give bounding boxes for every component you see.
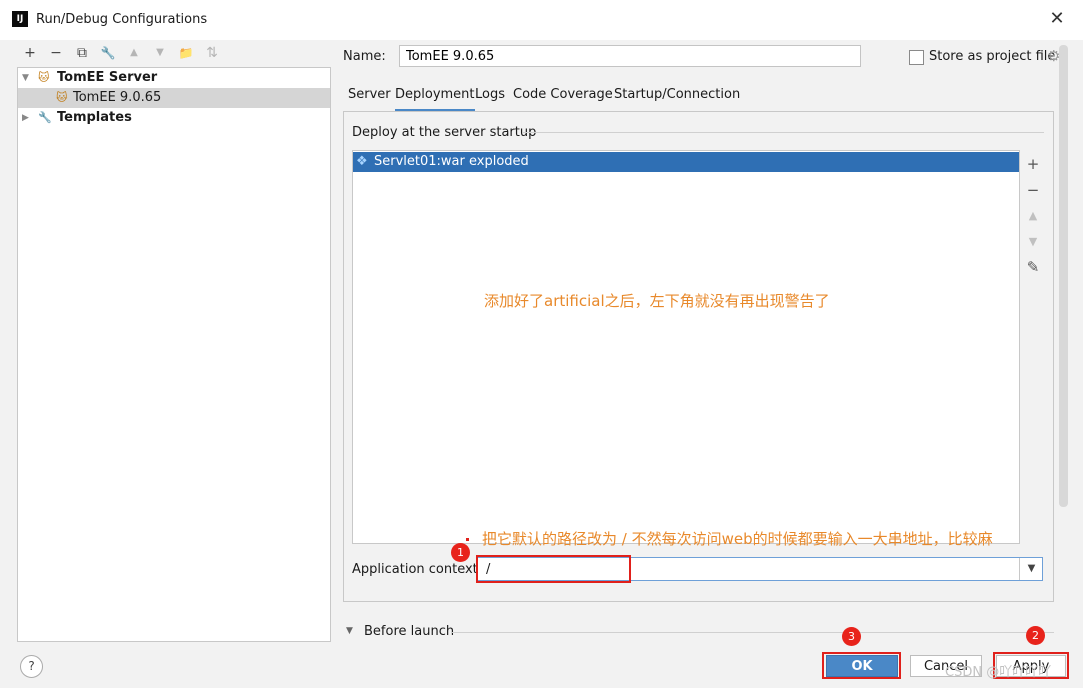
minus-icon: − bbox=[50, 45, 62, 61]
move-artifact-up-button[interactable]: ▲ bbox=[1024, 207, 1042, 225]
tab-server[interactable]: Server bbox=[348, 87, 391, 109]
tab-deployment[interactable]: Deployment bbox=[395, 87, 475, 112]
artifact-icon: ❖ bbox=[356, 154, 368, 169]
name-input[interactable] bbox=[399, 45, 861, 67]
annotation-highlight-context bbox=[476, 555, 631, 583]
tree-label: TomEE 9.0.65 bbox=[73, 90, 162, 105]
annotation-badge-3: 3 bbox=[842, 627, 861, 646]
collapsed-arrow-icon[interactable]: ▶ bbox=[22, 108, 29, 128]
expanded-arrow-icon[interactable]: ▼ bbox=[22, 68, 29, 88]
help-button[interactable]: ? bbox=[20, 655, 43, 678]
tree-label: TomEE Server bbox=[57, 70, 158, 85]
remove-artifact-button[interactable]: − bbox=[1024, 181, 1042, 199]
move-artifact-down-button[interactable]: ▼ bbox=[1024, 233, 1042, 251]
tab-startup-connection[interactable]: Startup/Connection bbox=[614, 87, 740, 109]
tree-item-templates[interactable]: ▶ 🔧 Templates bbox=[18, 108, 330, 128]
expand-arrow-icon[interactable]: ▼ bbox=[346, 626, 353, 636]
pencil-icon: ✎ bbox=[1026, 258, 1040, 276]
minus-icon: − bbox=[1026, 181, 1040, 199]
sort-button[interactable]: ⇅ bbox=[203, 44, 221, 62]
artifact-label: Servlet01:war exploded bbox=[374, 154, 529, 169]
edit-artifact-button[interactable]: ✎ bbox=[1024, 258, 1042, 276]
wrench-icon: 🔧 bbox=[38, 111, 52, 124]
tab-logs[interactable]: Logs bbox=[475, 87, 505, 109]
tree-label: Templates bbox=[57, 110, 132, 125]
arrow-down-icon: ▼ bbox=[156, 47, 164, 58]
tomee-icon: 🐱 bbox=[56, 91, 68, 104]
intellij-app-icon: IJ bbox=[12, 11, 28, 27]
move-down-button[interactable]: ▼ bbox=[151, 44, 169, 62]
configuration-tree[interactable]: ▼ 🐱 TomEE Server 🐱 TomEE 9.0.65 ▶ 🔧 Temp… bbox=[17, 67, 331, 642]
add-configuration-button[interactable]: + bbox=[21, 44, 39, 62]
watermark: CSDN @吖吖吖吖 bbox=[945, 665, 1052, 680]
move-up-button[interactable]: ▲ bbox=[125, 44, 143, 62]
wrench-icon: 🔧 bbox=[100, 46, 116, 60]
copy-configuration-button[interactable]: ⧉ bbox=[73, 44, 91, 62]
arrow-up-icon: ▲ bbox=[1028, 209, 1038, 222]
section-divider bbox=[522, 132, 1044, 133]
annotation-badge-1: 1 bbox=[451, 543, 470, 562]
vertical-scrollbar[interactable] bbox=[1059, 45, 1068, 507]
create-folder-button[interactable]: 📁 bbox=[177, 44, 195, 62]
section-divider bbox=[452, 632, 1054, 633]
window-title: Run/Debug Configurations bbox=[36, 12, 208, 27]
folder-icon: 📁 bbox=[178, 46, 194, 60]
deploy-section-title: Deploy at the server startup bbox=[352, 125, 537, 140]
arrow-down-icon: ▼ bbox=[1028, 235, 1038, 248]
deploy-artifact-list[interactable] bbox=[352, 150, 1020, 544]
remove-configuration-button[interactable]: − bbox=[47, 44, 65, 62]
add-artifact-button[interactable]: + bbox=[1024, 155, 1042, 173]
name-label: Name: bbox=[343, 49, 386, 64]
annotation-highlight-ok bbox=[822, 652, 901, 679]
edit-defaults-button[interactable]: 🔧 bbox=[99, 44, 117, 62]
tree-item-tomee-9065[interactable]: 🐱 TomEE 9.0.65 bbox=[18, 88, 330, 108]
close-icon[interactable]: ✕ bbox=[1046, 8, 1068, 30]
chevron-down-icon[interactable]: ▼ bbox=[1019, 558, 1043, 580]
tree-item-tomee-server[interactable]: ▼ 🐱 TomEE Server bbox=[18, 68, 330, 88]
tomee-icon: 🐱 bbox=[38, 71, 50, 84]
store-as-project-file-checkbox[interactable] bbox=[909, 50, 924, 65]
arrow-up-icon: ▲ bbox=[130, 47, 138, 58]
list-item[interactable]: ❖ Servlet01:war exploded bbox=[353, 152, 1019, 172]
before-launch-label[interactable]: Before launch bbox=[364, 624, 454, 639]
annotation-dot bbox=[466, 538, 469, 541]
annotation-badge-2: 2 bbox=[1026, 626, 1045, 645]
annotation-note-center: 添加好了artificial之后，左下角就没有再出现警告了 bbox=[484, 292, 830, 310]
application-context-label: Application context: bbox=[352, 562, 483, 577]
annotation-note-context: 把它默认的路径改为 / 不然每次访问web的时候都要输入一大串地址，比较麻 bbox=[482, 530, 993, 548]
plus-icon: + bbox=[1026, 155, 1040, 173]
sort-icon: ⇅ bbox=[206, 45, 218, 61]
copy-icon: ⧉ bbox=[77, 45, 87, 61]
plus-icon: + bbox=[24, 45, 36, 61]
tab-code-coverage[interactable]: Code Coverage bbox=[513, 87, 613, 109]
store-as-project-file-label[interactable]: Store as project file bbox=[929, 49, 1055, 64]
